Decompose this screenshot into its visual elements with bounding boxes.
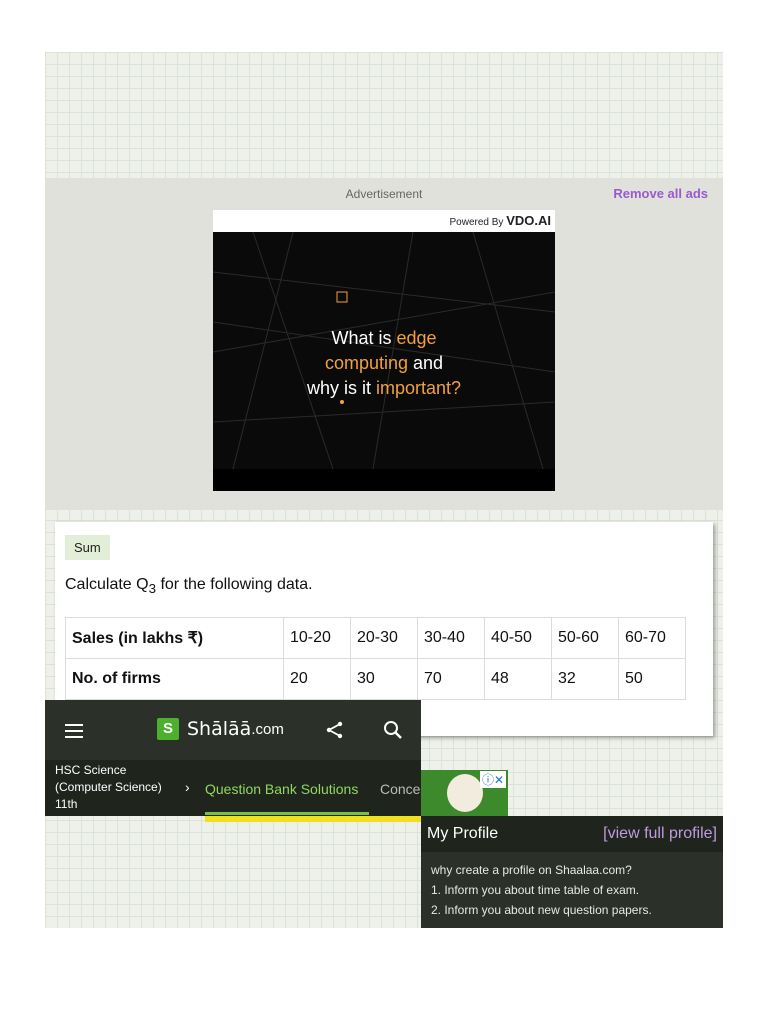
profile-header: My Profile [view full profile]	[421, 816, 723, 852]
table-cell: 48	[484, 658, 552, 700]
logo-mark: S	[157, 718, 179, 740]
video-advertisement[interactable]: Powered By VDO.AI What is edge computing…	[213, 210, 555, 491]
table-cell: 32	[551, 658, 619, 700]
profile-info: why create a profile on Shaalaa.com? 1. …	[431, 860, 652, 920]
data-table: Sales (in lakhs ₹) 10-20 20-30 30-40 40-…	[65, 617, 686, 700]
product-image	[447, 774, 483, 812]
logo-text: Shālāā	[187, 718, 252, 740]
table-cell: 50	[618, 658, 686, 700]
search-icon[interactable]	[383, 720, 403, 745]
table-cell: 30	[350, 658, 418, 700]
small-advertisement[interactable]: ⓘ✕	[421, 770, 508, 817]
shaalaa-logo[interactable]: S Shālāā .com	[157, 718, 284, 740]
ad-close-icon[interactable]: ⓘ✕	[479, 771, 506, 788]
top-navbar: S Shālāā .com	[45, 700, 421, 760]
video-player[interactable]: What is edge computing and why is it imp…	[213, 231, 555, 470]
remove-ads-link[interactable]: Remove all ads	[613, 186, 708, 201]
row-header: Sales (in lakhs ₹)	[65, 617, 284, 659]
table-cell: 70	[417, 658, 485, 700]
powered-by-bar: Powered By VDO.AI	[213, 210, 555, 232]
breadcrumb-active-link[interactable]: Question Bank Solutions	[205, 781, 358, 797]
table-cell: 20-30	[350, 617, 418, 659]
profile-panel: My Profile [view full profile] why creat…	[421, 816, 723, 928]
breadcrumb: HSC Science (Computer Science) 11th › Qu…	[45, 760, 421, 816]
table-row: No. of firms 20 30 70 48 32 50	[65, 658, 686, 700]
table-cell: 10-20	[283, 617, 351, 659]
ad-strip	[205, 816, 421, 822]
table-cell: 20	[283, 658, 351, 700]
question-type-tag: Sum	[65, 535, 110, 560]
table-cell: 30-40	[417, 617, 485, 659]
table-cell: 40-50	[484, 617, 552, 659]
chevron-right-icon: ›	[185, 779, 190, 795]
profile-info-line: why create a profile on Shaalaa.com?	[431, 863, 632, 877]
active-tab-indicator	[205, 812, 369, 815]
share-icon[interactable]	[325, 720, 345, 745]
view-full-profile-link[interactable]: [view full profile]	[603, 825, 717, 843]
profile-info-line: 2. Inform you about new question papers.	[431, 903, 652, 917]
vdo-brand-logo: VDO.AI	[506, 213, 551, 228]
video-headline: What is edge computing and why is it imp…	[306, 328, 462, 398]
table-cell: 50-60	[551, 617, 619, 659]
row-header: No. of firms	[65, 658, 284, 700]
powered-by-label: Powered By	[449, 217, 504, 228]
profile-title: My Profile	[427, 825, 499, 842]
table-row: Sales (in lakhs ₹) 10-20 20-30 30-40 40-…	[65, 617, 686, 659]
logo-suffix: .com	[251, 720, 284, 738]
table-cell: 60-70	[618, 617, 686, 659]
question-text: Calculate Q3 for the following data.	[65, 576, 313, 597]
breadcrumb-next-link[interactable]: Conce	[380, 781, 420, 797]
menu-icon[interactable]	[65, 719, 85, 745]
breadcrumb-course[interactable]: HSC Science (Computer Science) 11th	[55, 762, 162, 813]
profile-info-line: 1. Inform you about time table of exam.	[431, 883, 640, 897]
